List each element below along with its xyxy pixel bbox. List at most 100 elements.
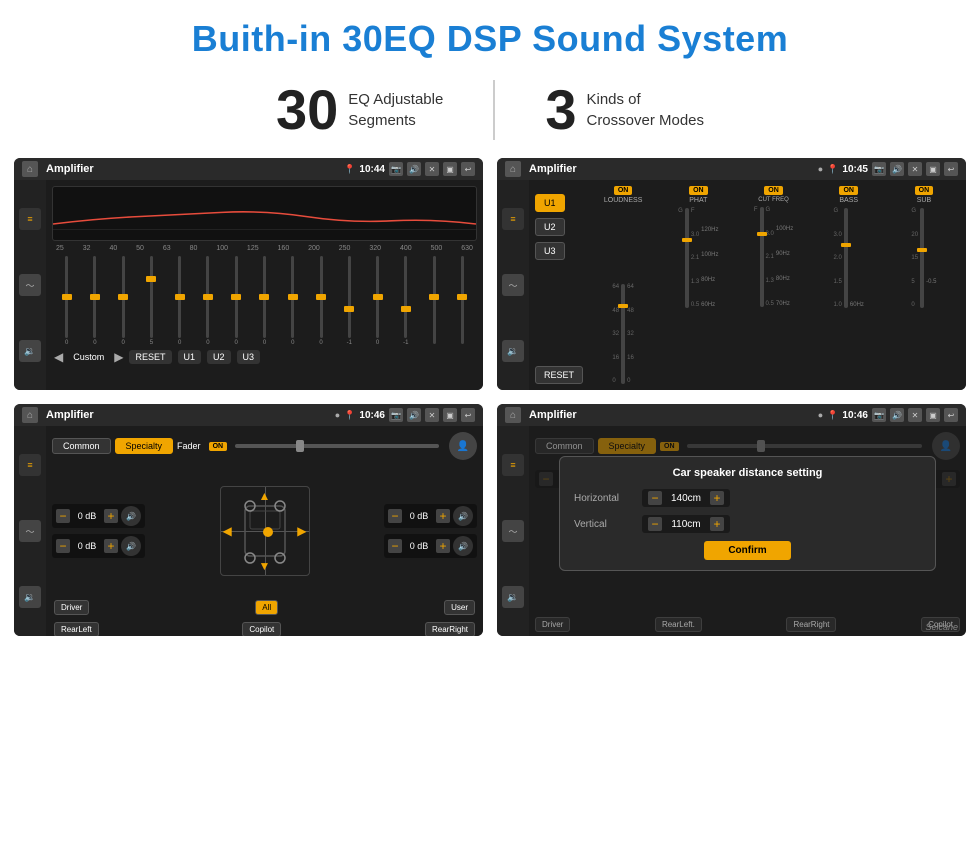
tab-specialty-4[interactable]: Specialty <box>598 438 657 454</box>
eq-slider-10[interactable]: -1 <box>337 256 362 346</box>
rl-minus-btn[interactable]: − <box>56 539 70 553</box>
u1-btn-1[interactable]: U1 <box>178 350 202 364</box>
vol-down-icon-1[interactable]: 🔉 <box>19 340 41 362</box>
back-icon-2: ↩ <box>944 162 958 176</box>
eq-slider-12[interactable]: -1 <box>393 256 418 346</box>
reset-btn-1[interactable]: RESET <box>129 350 171 364</box>
screen-balance: ⌂ Amplifier ● 📍 10:46 📷 🔊 ✕ ▣ ↩ ≡ 〜 🔉 <box>14 404 483 636</box>
wave-icon-1[interactable]: 〜 <box>19 274 41 296</box>
eq-slider-4[interactable]: 0 <box>167 256 192 346</box>
rl-db-value: 0 dB <box>73 541 101 551</box>
bottom-labels-3: Driver All User <box>52 596 477 615</box>
eq-icon-3[interactable]: ≡ <box>19 454 41 476</box>
bottom-labels-4: Driver RearLeft. RearRight Copilot <box>533 613 962 632</box>
prev-icon[interactable]: ◀ <box>54 350 63 364</box>
stat-number-eq: 30 <box>276 82 338 138</box>
u2-btn-1[interactable]: U2 <box>207 350 231 364</box>
driver-btn-4[interactable]: Driver <box>535 617 570 632</box>
eq-slider-13[interactable] <box>421 256 446 346</box>
screen-crossover: ⌂ Amplifier ● 📍 10:45 📷 🔊 ✕ ▣ ↩ ≡ 〜 🔉 <box>497 158 966 390</box>
eq-slider-9[interactable]: 0 <box>308 256 333 346</box>
screen4-title: Amplifier <box>529 409 814 421</box>
wave-icon-3[interactable]: 〜 <box>19 520 41 542</box>
fader-slider[interactable] <box>235 444 439 448</box>
tab-common-3[interactable]: Common <box>52 438 111 454</box>
arrow-right[interactable]: ▶ <box>297 524 306 538</box>
eq-slider-11[interactable]: 0 <box>365 256 390 346</box>
fader-slider-4[interactable] <box>687 444 922 448</box>
eq-slider-14[interactable] <box>450 256 475 346</box>
u3-btn-1[interactable]: U3 <box>237 350 261 364</box>
u2-btn-crossover[interactable]: U2 <box>535 218 565 236</box>
rearleft-btn-3[interactable]: RearLeft <box>54 622 99 636</box>
arrow-down[interactable]: ▼ <box>259 559 271 573</box>
fl-minus-btn[interactable]: − <box>56 509 70 523</box>
fader-on-toggle[interactable]: ON <box>209 442 228 451</box>
eq-slider-8[interactable]: 0 <box>280 256 305 346</box>
fl-db-value: 0 dB <box>73 511 101 521</box>
horizontal-minus-btn[interactable]: − <box>648 491 662 505</box>
home-icon-4[interactable]: ⌂ <box>505 407 521 423</box>
user-avatar-4: 👤 <box>932 432 960 460</box>
back-icon-4: ↩ <box>944 408 958 422</box>
eq-slider-5[interactable]: 0 <box>195 256 220 346</box>
vol-down-icon-3[interactable]: 🔉 <box>19 586 41 608</box>
rear-right-db-control: − 0 dB + 🔊 <box>384 534 477 558</box>
eq-icon-1[interactable]: ≡ <box>19 208 41 230</box>
wave-icon-2[interactable]: 〜 <box>502 274 524 296</box>
u3-btn-crossover[interactable]: U3 <box>535 242 565 260</box>
confirm-btn[interactable]: Confirm <box>704 541 790 560</box>
home-icon-1[interactable]: ⌂ <box>22 161 38 177</box>
horizontal-plus-btn[interactable]: + <box>710 491 724 505</box>
vol-icon-4: 🔊 <box>890 408 904 422</box>
home-icon-2[interactable]: ⌂ <box>505 161 521 177</box>
reset-btn-crossover[interactable]: RESET <box>535 366 583 384</box>
left-sidebar-1: ≡ 〜 🔉 <box>14 180 46 390</box>
fr-minus-btn[interactable]: − <box>388 509 402 523</box>
horizontal-label: Horizontal <box>574 493 634 504</box>
rearright-btn-3[interactable]: RearRight <box>425 622 475 636</box>
rr-plus-btn[interactable]: + <box>436 539 450 553</box>
tab-common-4[interactable]: Common <box>535 438 594 454</box>
position-dot[interactable] <box>263 527 273 537</box>
dialog-title: Car speaker distance setting <box>574 467 921 479</box>
eq-icon-2[interactable]: ≡ <box>502 208 524 230</box>
crosshair-box[interactable]: ▲ ▼ ◀ ▶ <box>220 486 310 576</box>
eq-slider-3[interactable]: 5 <box>139 256 164 346</box>
fr-plus-btn[interactable]: + <box>436 509 450 523</box>
rl-plus-btn[interactable]: + <box>104 539 118 553</box>
arrow-left[interactable]: ◀ <box>223 524 232 538</box>
next-icon[interactable]: ▶ <box>114 350 123 364</box>
pin-icon-3: 📍 <box>344 410 355 421</box>
eq-icon-4[interactable]: ≡ <box>502 454 524 476</box>
screens-grid: ⌂ Amplifier 📍 10:44 📷 🔊 ✕ ▣ ↩ ≡ 〜 🔉 <box>0 158 980 656</box>
fl-plus-btn[interactable]: + <box>104 509 118 523</box>
horizontal-row: Horizontal − 140cm + <box>574 489 921 507</box>
status-icons-3: ● 📍 10:46 📷 🔊 ✕ ▣ ↩ <box>335 408 475 422</box>
arrow-up[interactable]: ▲ <box>259 489 271 503</box>
tab-specialty-3[interactable]: Specialty <box>115 438 174 454</box>
eq-slider-0[interactable]: 0 <box>54 256 79 346</box>
crossover-main-content: U1 U2 U3 RESET ON LOUDNESS 644832160 <box>529 180 966 390</box>
eq-slider-2[interactable]: 0 <box>111 256 136 346</box>
eq-slider-1[interactable]: 0 <box>82 256 107 346</box>
stats-row: 30 EQ Adjustable Segments 3 Kinds of Cro… <box>0 70 980 158</box>
user-btn-3[interactable]: User <box>444 600 475 615</box>
eq-slider-7[interactable]: 0 <box>252 256 277 346</box>
vertical-plus-btn[interactable]: + <box>710 517 724 531</box>
home-icon-3[interactable]: ⌂ <box>22 407 38 423</box>
all-btn-3[interactable]: All <box>255 600 278 615</box>
wave-icon-4[interactable]: 〜 <box>502 520 524 542</box>
vol-down-icon-2[interactable]: 🔉 <box>502 340 524 362</box>
rearright-btn-4[interactable]: RearRight <box>786 617 836 632</box>
back-icon-3: ↩ <box>461 408 475 422</box>
u1-btn-crossover[interactable]: U1 <box>535 194 565 212</box>
eq-slider-6[interactable]: 0 <box>224 256 249 346</box>
vertical-minus-btn[interactable]: − <box>648 517 662 531</box>
rr-minus-btn[interactable]: − <box>388 539 402 553</box>
driver-btn-3[interactable]: Driver <box>54 600 89 615</box>
copilot-btn-3[interactable]: Copilot <box>242 622 281 636</box>
preset-label: Custom <box>73 352 104 362</box>
rearleft-btn-4[interactable]: RearLeft. <box>655 617 702 632</box>
vol-down-icon-4[interactable]: 🔉 <box>502 586 524 608</box>
